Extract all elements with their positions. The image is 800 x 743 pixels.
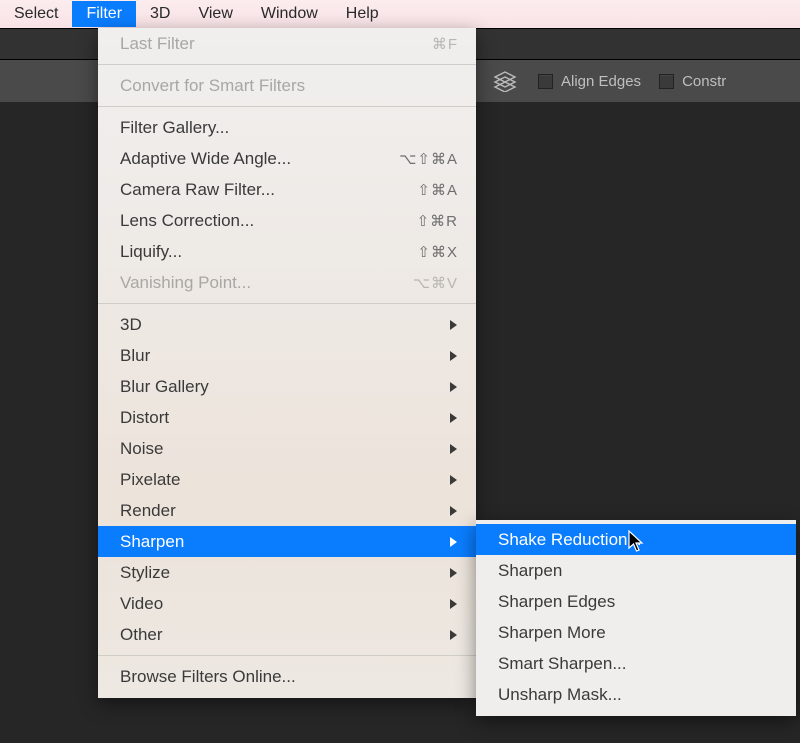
submenu-item-label: Unsharp Mask...: [498, 685, 622, 705]
menu-item[interactable]: Filter Gallery...: [98, 112, 476, 143]
menu-select[interactable]: Select: [0, 1, 72, 27]
menu-item-label: Pixelate: [120, 470, 449, 490]
menu-item-label: Render: [120, 501, 449, 521]
menu-item[interactable]: Pixelate: [98, 464, 476, 495]
submenu-item[interactable]: Unsharp Mask...: [476, 679, 796, 710]
submenu-arrow-icon: [449, 350, 458, 362]
filter-dropdown: Last Filter⌘F Convert for Smart Filters Fi…: [98, 28, 476, 698]
menu-item-label: Browse Filters Online...: [120, 667, 458, 687]
menu-separator: [98, 64, 476, 65]
menu-item-shortcut: ⌥⇧⌘A: [399, 150, 458, 168]
menu-item-shortcut: ⇧⌘X: [417, 243, 458, 261]
menu-item-label: Filter Gallery...: [120, 118, 458, 138]
menu-item[interactable]: Lens Correction...⇧⌘R: [98, 205, 476, 236]
submenu-arrow-icon: [449, 567, 458, 579]
menu-item-label: Noise: [120, 439, 449, 459]
sharpen-submenu: Shake Reduction... Sharpen Sharpen Edges Sh…: [476, 520, 796, 716]
menu-item-shortcut: ⌥⌘V: [413, 274, 458, 292]
layers-icon[interactable]: [490, 66, 520, 96]
menu-item: Vanishing Point...⌥⌘V: [98, 267, 476, 298]
menu-item-label: Last Filter: [120, 34, 432, 54]
menu-separator: [98, 303, 476, 304]
menu-item-label: Camera Raw Filter...: [120, 180, 417, 200]
menu-item-shortcut: ⇧⌘A: [417, 181, 458, 199]
menu-item-label: Lens Correction...: [120, 211, 417, 231]
menu-item-shortcut: ⌘F: [432, 35, 458, 53]
checkbox-icon: [659, 74, 674, 89]
submenu-item[interactable]: Shake Reduction...: [476, 524, 796, 555]
menu-item-label: Liquify...: [120, 242, 417, 262]
submenu-arrow-icon: [449, 381, 458, 393]
menu-item-label: Blur Gallery: [120, 377, 449, 397]
menu-item[interactable]: Render: [98, 495, 476, 526]
submenu-arrow-icon: [449, 443, 458, 455]
menu-item-label: Distort: [120, 408, 449, 428]
menu-item[interactable]: Video: [98, 588, 476, 619]
menu-item-label: Vanishing Point...: [120, 273, 413, 293]
menu-item-label: 3D: [120, 315, 449, 335]
submenu-arrow-icon: [449, 629, 458, 641]
submenu-item-label: Smart Sharpen...: [498, 654, 627, 674]
submenu-arrow-icon: [449, 474, 458, 486]
menu-filter[interactable]: Filter: [72, 1, 136, 27]
constrain-checkbox[interactable]: Constr: [659, 73, 726, 90]
submenu-item[interactable]: Sharpen Edges: [476, 586, 796, 617]
menu-item-label: Video: [120, 594, 449, 614]
menu-3d[interactable]: 3D: [136, 1, 184, 27]
menu-item[interactable]: Sharpen: [98, 526, 476, 557]
menu-separator: [98, 655, 476, 656]
menu-item: Last Filter⌘F: [98, 28, 476, 59]
submenu-item-label: Shake Reduction...: [498, 530, 642, 550]
submenu-item-label: Sharpen: [498, 561, 562, 581]
menu-item[interactable]: Distort: [98, 402, 476, 433]
menu-separator: [98, 106, 476, 107]
submenu-arrow-icon: [449, 505, 458, 517]
menu-item[interactable]: Liquify...⇧⌘X: [98, 236, 476, 267]
menu-item[interactable]: Browse Filters Online...: [98, 661, 476, 692]
menu-item-label: Adaptive Wide Angle...: [120, 149, 399, 169]
submenu-arrow-icon: [449, 319, 458, 331]
align-edges-label: Align Edges: [561, 73, 641, 90]
menu-item-label: Other: [120, 625, 449, 645]
menu-item[interactable]: Adaptive Wide Angle...⌥⇧⌘A: [98, 143, 476, 174]
menu-item[interactable]: Stylize: [98, 557, 476, 588]
submenu-arrow-icon: [449, 536, 458, 548]
submenu-item-label: Sharpen More: [498, 623, 606, 643]
menu-item-label: Blur: [120, 346, 449, 366]
submenu-item-label: Sharpen Edges: [498, 592, 615, 612]
menu-item[interactable]: Other: [98, 619, 476, 650]
submenu-item[interactable]: Sharpen: [476, 555, 796, 586]
constrain-label: Constr: [682, 73, 726, 90]
checkbox-icon: [538, 74, 553, 89]
submenu-item[interactable]: Smart Sharpen...: [476, 648, 796, 679]
menu-item: Convert for Smart Filters: [98, 70, 476, 101]
submenu-arrow-icon: [449, 598, 458, 610]
align-edges-checkbox[interactable]: Align Edges: [538, 73, 641, 90]
submenu-arrow-icon: [449, 412, 458, 424]
menu-item[interactable]: Camera Raw Filter...⇧⌘A: [98, 174, 476, 205]
menu-view[interactable]: View: [184, 1, 246, 27]
submenu-item[interactable]: Sharpen More: [476, 617, 796, 648]
menu-item-shortcut: ⇧⌘R: [417, 212, 458, 230]
menu-item[interactable]: 3D: [98, 309, 476, 340]
menu-item-label: Convert for Smart Filters: [120, 76, 458, 96]
menu-item-label: Stylize: [120, 563, 449, 583]
menu-item[interactable]: Blur: [98, 340, 476, 371]
menu-window[interactable]: Window: [247, 1, 332, 27]
menu-item[interactable]: Noise: [98, 433, 476, 464]
menu-item-label: Sharpen: [120, 532, 449, 552]
menubar: Select Filter 3D View Window Help: [0, 0, 800, 28]
menu-help[interactable]: Help: [332, 1, 393, 27]
menu-item[interactable]: Blur Gallery: [98, 371, 476, 402]
